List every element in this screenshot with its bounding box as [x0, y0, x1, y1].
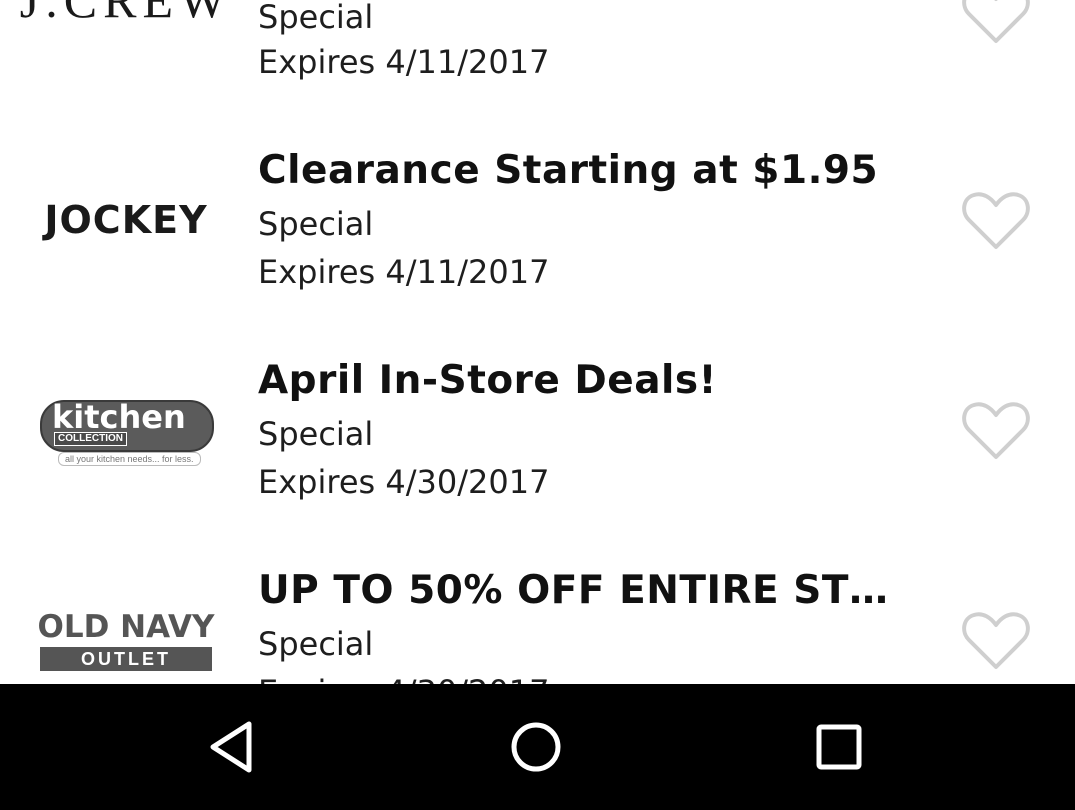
brand-logo-text: kitchen	[52, 398, 186, 436]
deals-screen: J.CREW Special Expires 4/11/2017 JOCKEY …	[0, 0, 1075, 810]
deal-row-jcrew[interactable]: J.CREW Special Expires 4/11/2017	[0, 0, 1075, 105]
brand-logo-subtext: OUTLET	[40, 647, 212, 671]
back-icon[interactable]	[201, 714, 267, 780]
favorite-heart-icon[interactable]	[960, 400, 1032, 462]
deal-row-jockey[interactable]: JOCKEY Clearance Starting at $1.95 Speci…	[0, 105, 1075, 315]
deal-expiry: Expires 4/11/2017	[258, 43, 550, 81]
brand-logo-jcrew: J.CREW	[19, 0, 233, 40]
brand-logo-tagline: all your kitchen needs... for less.	[58, 452, 201, 466]
system-navigation-bar	[0, 684, 1075, 810]
brand-logo-text: JOCKEY	[44, 198, 208, 242]
favorite-heart-icon[interactable]	[960, 0, 1032, 46]
deal-title: UP TO 50% OFF ENTIRE ST…	[258, 568, 889, 613]
brand-logo-text: OLD NAVY	[37, 609, 215, 645]
deal-row-kitchen-collection[interactable]: kitchen COLLECTION all your kitchen need…	[0, 315, 1075, 525]
brand-logo-subtext: COLLECTION	[54, 432, 127, 446]
brand-logo-text: J.CREW	[19, 0, 233, 28]
deal-type: Special	[258, 205, 374, 243]
brand-logo-old-navy-outlet: OLD NAVY OUTLET	[22, 600, 230, 680]
brand-logo-jockey: JOCKEY	[22, 180, 230, 260]
favorite-heart-icon[interactable]	[960, 190, 1032, 252]
home-icon[interactable]	[503, 714, 569, 780]
deal-expiry: Expires 4/30/2017	[258, 463, 550, 501]
deal-title: Clearance Starting at $1.95	[258, 148, 879, 193]
recents-icon[interactable]	[806, 714, 872, 780]
deal-type: Special	[258, 0, 374, 36]
deal-type: Special	[258, 415, 374, 453]
deals-list[interactable]: J.CREW Special Expires 4/11/2017 JOCKEY …	[0, 0, 1075, 684]
deal-type: Special	[258, 625, 374, 663]
deal-title: April In-Store Deals!	[258, 358, 717, 403]
deal-row-old-navy-outlet[interactable]: OLD NAVY OUTLET UP TO 50% OFF ENTIRE ST……	[0, 525, 1075, 684]
deal-expiry: Expires 4/30/2017	[258, 672, 549, 684]
brand-logo-kitchen-collection: kitchen COLLECTION all your kitchen need…	[22, 390, 230, 470]
favorite-heart-icon[interactable]	[960, 610, 1032, 672]
deal-expiry: Expires 4/11/2017	[258, 253, 550, 291]
